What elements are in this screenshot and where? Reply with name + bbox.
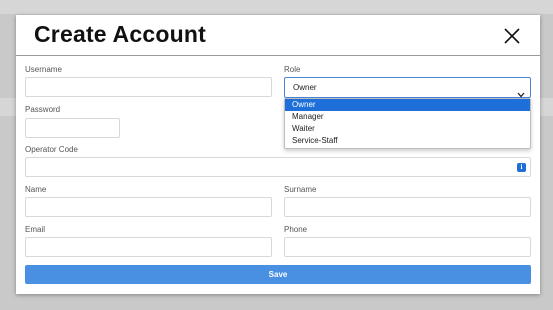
save-button[interactable]: Save	[25, 265, 531, 284]
role-label: Role	[284, 65, 301, 74]
phone-input[interactable]	[284, 237, 531, 257]
role-option-manager[interactable]: Manager	[285, 111, 530, 123]
create-account-modal: Create Account Username Role Owner Passw…	[16, 15, 540, 294]
surname-input[interactable]	[284, 197, 531, 217]
password-input[interactable]	[25, 118, 120, 138]
name-input[interactable]	[25, 197, 272, 217]
backdrop-band-top	[0, 0, 553, 14]
info-icon[interactable]: i	[517, 163, 526, 172]
password-label: Password	[25, 105, 61, 114]
surname-label: Surname	[284, 185, 317, 194]
modal-header: Create Account	[16, 15, 540, 56]
role-option-waiter[interactable]: Waiter	[285, 123, 530, 135]
email-label: Email	[25, 225, 46, 234]
role-select-value: Owner	[293, 83, 317, 92]
role-select[interactable]: Owner	[284, 77, 531, 98]
phone-label: Phone	[284, 225, 308, 234]
username-label: Username	[25, 65, 62, 74]
name-label: Name	[25, 185, 47, 194]
username-input[interactable]	[25, 77, 272, 97]
email-input[interactable]	[25, 237, 272, 257]
operator-code-input[interactable]	[25, 157, 531, 177]
role-option-service-staff[interactable]: Service-Staff	[285, 135, 530, 147]
close-icon[interactable]	[501, 25, 523, 47]
role-dropdown-menu: Owner Manager Waiter Service-Staff	[284, 98, 531, 149]
chevron-down-icon	[517, 85, 525, 98]
role-option-owner[interactable]: Owner	[285, 99, 530, 111]
operator-code-label: Operator Code	[25, 145, 78, 154]
modal-title: Create Account	[34, 21, 206, 47]
